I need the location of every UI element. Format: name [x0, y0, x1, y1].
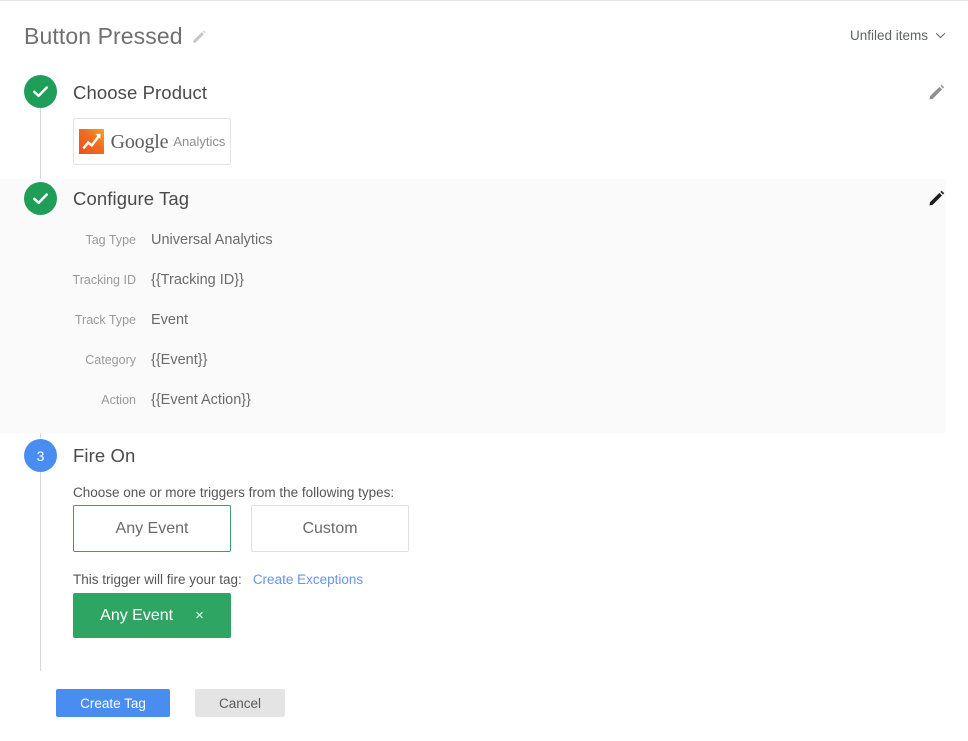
trigger-type-label: Any Event — [115, 519, 189, 537]
step-badge-configure-tag — [24, 182, 57, 215]
step-number: 3 — [36, 447, 45, 464]
close-icon[interactable]: × — [195, 608, 204, 623]
field-label-action: Action — [101, 393, 136, 407]
check-icon — [32, 86, 49, 98]
page-header: Button Pressed Unfiled items — [0, 7, 968, 63]
fire-on-note-row: This trigger will fire your tag: Create … — [73, 572, 363, 587]
field-value-action: {{Event Action}} — [151, 392, 251, 408]
step-title-configure-tag: Configure Tag — [73, 188, 190, 209]
chevron-down-icon — [935, 32, 946, 39]
title-edit-pencil-icon[interactable] — [192, 29, 207, 44]
product-brand: Google — [110, 130, 169, 153]
page-title: Button Pressed — [24, 23, 183, 49]
step-badge-choose-product — [24, 75, 57, 108]
field-value-tracking-id: {{Tracking ID}} — [151, 272, 244, 288]
fire-on-hint: Choose one or more triggers from the fol… — [73, 485, 395, 500]
trigger-type-any-event[interactable]: Any Event — [73, 505, 231, 552]
field-label-category: Category — [85, 353, 136, 367]
product-name: Analytics — [173, 134, 226, 149]
check-icon — [32, 193, 49, 205]
fire-on-note: This trigger will fire your tag: — [73, 572, 242, 587]
product-card-google-analytics[interactable]: Google Analytics — [73, 118, 231, 165]
table-row: Tag Type Universal Analytics — [0, 232, 946, 272]
form-actions: Create Tag Cancel — [56, 689, 285, 717]
field-value-track-type: Event — [151, 312, 189, 328]
field-value-tag-type: Universal Analytics — [151, 232, 273, 248]
selected-trigger-label: Any Event — [100, 606, 174, 624]
workspace-selector[interactable]: Unfiled items — [850, 28, 946, 43]
table-row: Action {{Event Action}} — [0, 392, 946, 432]
field-label-track-type: Track Type — [74, 313, 136, 327]
trigger-type-custom[interactable]: Custom — [251, 505, 409, 552]
field-label-tag-type: Tag Type — [85, 233, 136, 247]
rail-connector-1 — [40, 106, 41, 179]
field-label-tracking-id: Tracking ID — [72, 273, 136, 287]
table-row: Tracking ID {{Tracking ID}} — [0, 272, 946, 312]
configure-tag-panel: Tag Type Universal Analytics Tracking ID… — [0, 179, 946, 433]
configure-tag-rows: Tag Type Universal Analytics Tracking ID… — [0, 232, 946, 432]
create-tag-button[interactable]: Create Tag — [56, 689, 170, 717]
rail-connector-3 — [40, 469, 41, 671]
workspace-label: Unfiled items — [849, 28, 928, 43]
tag-editor-page: Button Pressed Unfiled items Tag Type Un… — [0, 0, 968, 741]
page-title-wrap: Button Pressed — [24, 25, 207, 48]
step-title-choose-product: Choose Product — [73, 82, 208, 103]
trigger-type-label: Custom — [302, 519, 358, 537]
table-row: Track Type Event — [0, 312, 946, 352]
field-value-category: {{Event}} — [151, 352, 208, 368]
create-exceptions-link[interactable]: Create Exceptions — [253, 572, 363, 587]
edit-choose-product-pencil-icon[interactable] — [928, 83, 946, 101]
step-badge-fire-on: 3 — [24, 439, 57, 472]
table-row: Category {{Event}} — [0, 352, 946, 392]
edit-configure-tag-pencil-icon[interactable] — [928, 189, 946, 207]
cancel-button[interactable]: Cancel — [195, 689, 285, 717]
step-title-fire-on: Fire On — [73, 445, 136, 466]
trigger-type-options: Any Event Custom — [73, 505, 409, 552]
selected-trigger-chip[interactable]: Any Event × — [73, 593, 231, 638]
google-analytics-icon — [78, 129, 104, 154]
